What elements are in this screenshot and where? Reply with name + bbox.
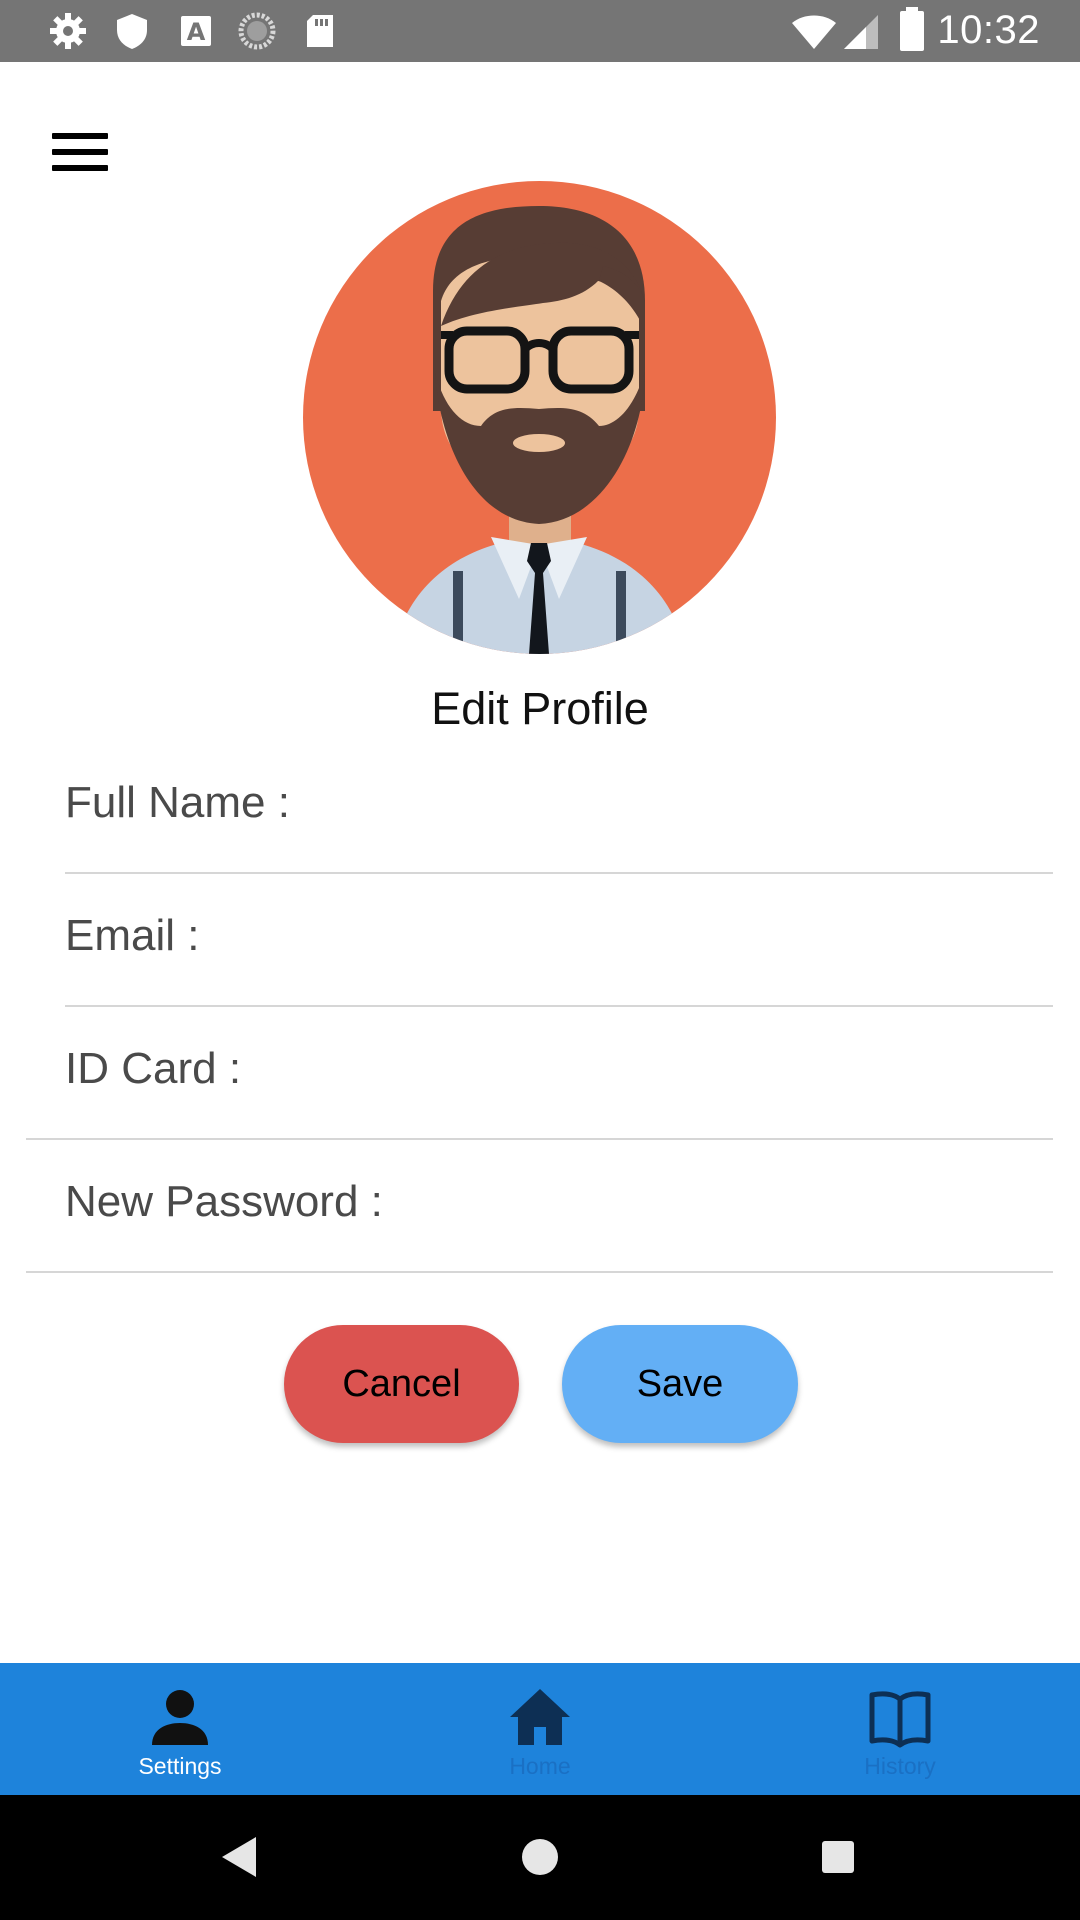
nav-label-settings: Settings xyxy=(138,1753,222,1779)
settings-icon xyxy=(48,11,88,51)
nav-label-home: Home xyxy=(509,1753,571,1779)
profile-avatar[interactable] xyxy=(303,181,776,654)
id-card-underline xyxy=(26,1138,1053,1140)
id-card-input[interactable] xyxy=(245,1044,1056,1106)
status-bar: A 10:32 xyxy=(0,0,1080,62)
status-time: 10:32 xyxy=(937,8,1040,52)
person-icon xyxy=(148,1685,212,1749)
font-a-icon: A xyxy=(176,11,216,51)
home-circle-icon[interactable] xyxy=(508,1825,572,1889)
full-name-input[interactable] xyxy=(300,778,1056,840)
page-title: Edit Profile xyxy=(431,683,649,734)
email-input[interactable] xyxy=(210,911,1056,973)
battery-icon xyxy=(898,7,926,51)
hamburger-menu-icon[interactable] xyxy=(48,128,114,178)
book-icon xyxy=(868,1685,932,1749)
loading-circle-icon xyxy=(237,11,277,51)
cancel-button[interactable]: Cancel xyxy=(284,1325,519,1443)
nav-item-settings[interactable]: Settings xyxy=(0,1663,360,1795)
new-password-underline xyxy=(26,1271,1053,1273)
system-navigation-bar xyxy=(0,1795,1080,1920)
recents-square-icon[interactable] xyxy=(806,1825,870,1889)
email-label: Email : xyxy=(65,911,200,960)
home-icon xyxy=(508,1685,572,1749)
sd-card-icon xyxy=(300,11,340,51)
nav-item-history[interactable]: History xyxy=(720,1663,1080,1795)
bottom-navigation: Settings Home History xyxy=(0,1663,1080,1795)
save-button[interactable]: Save xyxy=(562,1325,798,1443)
new-password-input[interactable] xyxy=(395,1177,1056,1239)
signal-icon xyxy=(842,11,882,51)
full-name-label: Full Name : xyxy=(65,778,290,827)
new-password-label: New Password : xyxy=(65,1177,383,1226)
svg-text:A: A xyxy=(187,18,206,46)
id-card-label: ID Card : xyxy=(65,1044,242,1093)
wifi-icon xyxy=(790,11,838,51)
nav-item-home[interactable]: Home xyxy=(360,1663,720,1795)
full-name-underline xyxy=(65,872,1053,874)
email-underline xyxy=(65,1005,1053,1007)
back-icon[interactable] xyxy=(208,1825,272,1889)
nav-label-history: History xyxy=(864,1753,936,1779)
shield-icon xyxy=(112,11,152,51)
